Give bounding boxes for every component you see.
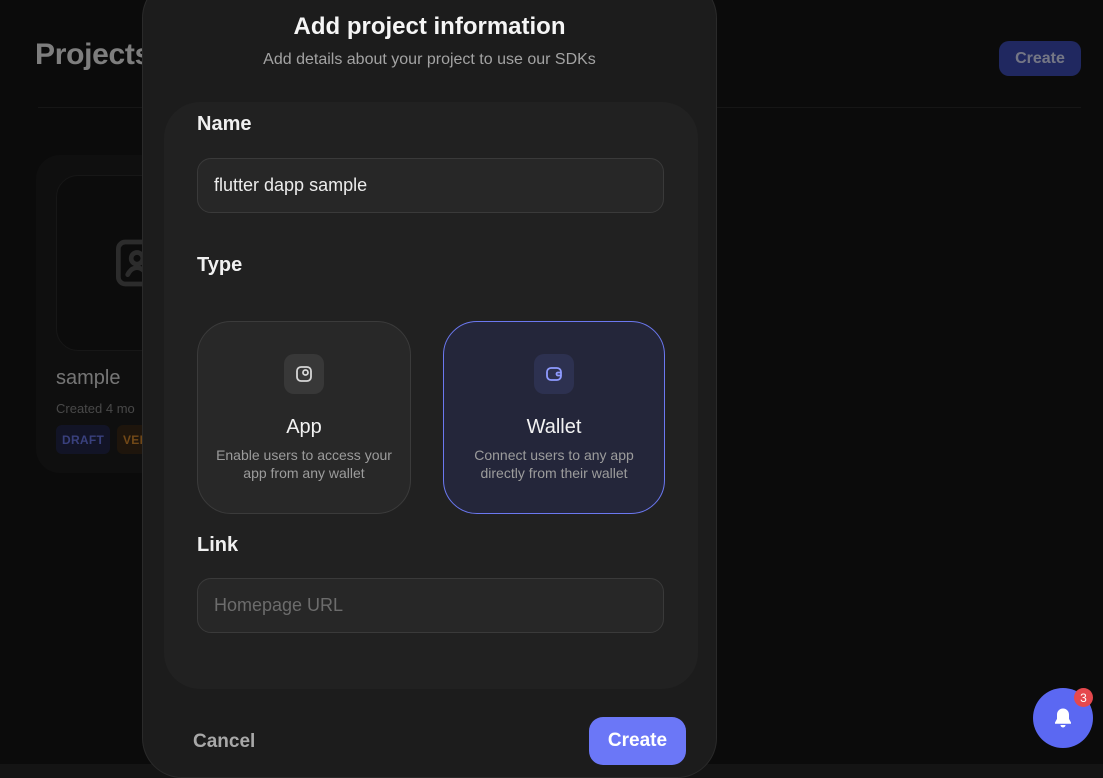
type-label: Type — [197, 254, 243, 276]
type-option-app-description: Enable users to access your app from any… — [216, 447, 392, 481]
name-input[interactable] — [197, 158, 664, 213]
bell-icon — [1055, 708, 1071, 728]
link-label: Link — [197, 534, 239, 556]
cancel-button[interactable]: Cancel — [193, 731, 255, 753]
type-option-app-title: App — [286, 416, 322, 438]
modal-subtitle: Add details about your project to use ou… — [263, 51, 596, 68]
type-option-wallet-description: Connect users to any app directly from t… — [474, 447, 634, 481]
type-option-wallet-title: Wallet — [526, 416, 582, 438]
add-project-modal: Add project information Add details abou… — [142, 0, 717, 778]
wallet-icon — [534, 354, 574, 394]
type-option-wallet[interactable]: Wallet Connect users to any app directly… — [443, 321, 665, 514]
app-icon — [284, 354, 324, 394]
link-input[interactable] — [197, 578, 664, 633]
name-label: Name — [197, 113, 252, 135]
modal-title: Add project information — [293, 13, 566, 40]
create-button[interactable]: Create — [589, 717, 686, 765]
project-form: Name Type App Enable users to access you… — [164, 102, 698, 689]
type-option-app[interactable]: App Enable users to access your app from… — [197, 321, 411, 514]
notification-count-badge: 3 — [1074, 688, 1093, 707]
